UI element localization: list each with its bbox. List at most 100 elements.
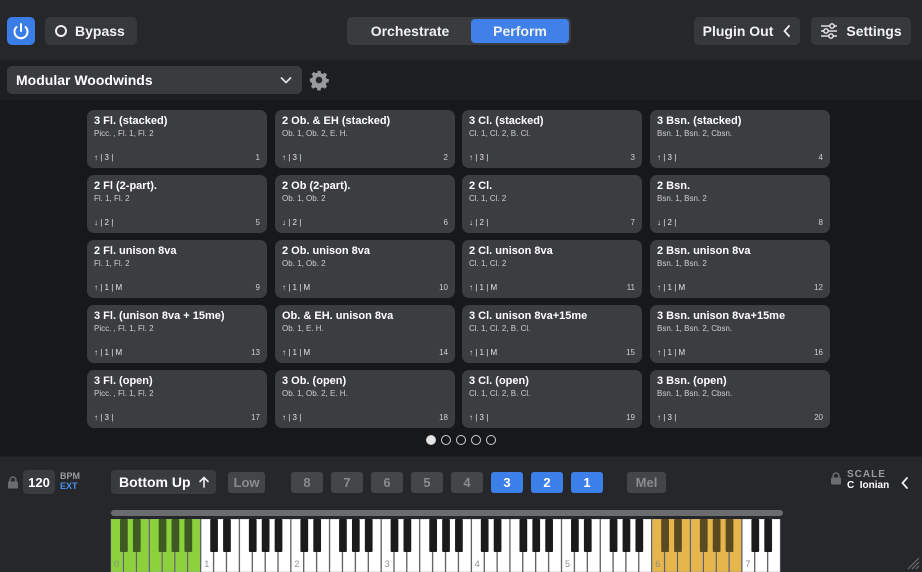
- gear-icon[interactable]: [308, 69, 330, 91]
- preset-card[interactable]: 2 Bsn. Bsn. 1, Bsn. 2 ↓ | 2 | 8: [650, 175, 830, 233]
- black-key[interactable]: [300, 519, 309, 552]
- chevron-left-icon[interactable]: [900, 477, 910, 489]
- plugin-out-button[interactable]: Plugin Out: [694, 17, 800, 45]
- preset-card[interactable]: 2 Ob. unison 8va Ob. 1, Ob. 2 ↑ | 1 | M 10: [275, 240, 455, 298]
- black-key[interactable]: [712, 519, 721, 552]
- black-key[interactable]: [583, 519, 592, 552]
- settings-button[interactable]: Settings: [811, 17, 911, 45]
- black-key[interactable]: [699, 519, 708, 552]
- black-key[interactable]: [635, 519, 644, 552]
- voice-button[interactable]: 1: [571, 472, 603, 493]
- black-key[interactable]: [223, 519, 231, 552]
- voice-order-button[interactable]: Bottom Up: [111, 470, 216, 494]
- preset-card[interactable]: 3 Bsn. (stacked) Bsn. 1, Bsn. 2, Cbsn. ↑ |…: [650, 110, 830, 168]
- piano-keyboard[interactable]: 0 1 2 3 4 5 6 7: [0, 519, 922, 572]
- black-key[interactable]: [184, 519, 193, 552]
- preset-card[interactable]: 2 Fl. unison 8va Fl. 1, Fl. 2 ↑ | 1 | M 9: [87, 240, 267, 298]
- power-icon: [13, 23, 29, 40]
- black-key[interactable]: [674, 519, 682, 552]
- pagination-dot[interactable]: [456, 435, 466, 445]
- black-key[interactable]: [120, 519, 128, 552]
- black-key[interactable]: [442, 519, 450, 552]
- preset-card[interactable]: 3 Ob. (open) Ob. 1, Ob. 2, E. H. ↑ | 3 | 18: [275, 370, 455, 428]
- black-key[interactable]: [158, 519, 167, 552]
- tab-orchestrate[interactable]: Orchestrate: [349, 19, 471, 43]
- black-key[interactable]: [571, 519, 579, 552]
- black-key[interactable]: [455, 519, 463, 552]
- preset-card[interactable]: 2 Bsn. unison 8va Bsn. 1, Bsn. 2 ↑ | 1 | M…: [650, 240, 830, 298]
- black-key[interactable]: [622, 519, 631, 552]
- black-key[interactable]: [519, 519, 528, 552]
- preset-card[interactable]: 3 Cl. (open) Cl. 1, Cl. 2, B. Cl. ↑ | 3 | 1…: [462, 370, 642, 428]
- card-title: 3 Bsn. unison 8va+15me: [657, 310, 786, 322]
- black-key[interactable]: [725, 519, 734, 552]
- lock-icon[interactable]: [7, 476, 19, 489]
- card-number: 19: [626, 413, 635, 422]
- black-key[interactable]: [545, 519, 553, 552]
- preset-card[interactable]: Ob. & EH. unison 8va Ob. 1, E. H. ↑ | 1 | …: [275, 305, 455, 363]
- low-button[interactable]: Low: [228, 472, 265, 493]
- card-title: 2 Fl (2-part).: [94, 180, 157, 192]
- card-footer: ↑ | 3 |: [94, 413, 114, 422]
- preset-dropdown[interactable]: Modular Woodwinds: [7, 66, 302, 94]
- voice-button[interactable]: 7: [331, 472, 363, 493]
- pagination-dot[interactable]: [471, 435, 481, 445]
- voice-button[interactable]: 5: [411, 472, 443, 493]
- preset-card[interactable]: 3 Fl. (open) Picc. , Fl. 1, Fl. 2 ↑ | 3 | 1…: [87, 370, 267, 428]
- preset-card[interactable]: 3 Bsn. (open) Bsn. 1, Bsn. 2, Cbsn. ↑ | 3 …: [650, 370, 830, 428]
- bpm-field[interactable]: 120: [23, 470, 55, 494]
- bpm-source-badge[interactable]: EXT: [60, 481, 80, 491]
- tab-perform[interactable]: Perform: [471, 19, 569, 43]
- black-key[interactable]: [493, 519, 502, 552]
- black-key[interactable]: [532, 519, 541, 552]
- bypass-button[interactable]: Bypass: [45, 17, 137, 45]
- voice-button[interactable]: 4: [451, 472, 483, 493]
- preset-card[interactable]: 2 Cl. unison 8va Cl. 1, Cl. 2 ↑ | 1 | M 11: [462, 240, 642, 298]
- pagination-dot[interactable]: [441, 435, 451, 445]
- chevron-left-icon: [783, 25, 791, 37]
- keyboard-scroll-bar[interactable]: [111, 510, 783, 516]
- melody-button[interactable]: Mel: [627, 472, 666, 493]
- bypass-label: Bypass: [75, 23, 125, 39]
- black-key[interactable]: [274, 519, 283, 552]
- preset-card[interactable]: 3 Cl. (stacked) Cl. 1, Cl. 2, B. Cl. ↑ | 3…: [462, 110, 642, 168]
- black-key[interactable]: [351, 519, 360, 552]
- black-key[interactable]: [429, 519, 438, 552]
- black-key[interactable]: [751, 519, 760, 552]
- power-button[interactable]: [7, 17, 35, 45]
- card-title: 2 Ob (2-part).: [282, 180, 351, 192]
- black-key[interactable]: [313, 519, 322, 552]
- scale-selector[interactable]: SCALE C Ionian: [847, 469, 889, 491]
- pagination-dot[interactable]: [426, 435, 436, 445]
- black-key[interactable]: [248, 519, 257, 552]
- voice-button[interactable]: 3: [491, 472, 523, 493]
- black-key[interactable]: [764, 519, 773, 552]
- pagination-dot[interactable]: [486, 435, 496, 445]
- preset-card[interactable]: 3 Fl. (stacked) Picc. , Fl. 1, Fl. 2 ↑ | 3…: [87, 110, 267, 168]
- preset-card[interactable]: 2 Cl. Cl. 1, Cl. 2 ↓ | 2 | 7: [462, 175, 642, 233]
- black-key[interactable]: [364, 519, 373, 552]
- black-key[interactable]: [609, 519, 618, 552]
- resize-grip-icon[interactable]: [904, 554, 920, 570]
- preset-card[interactable]: 2 Ob. & EH (stacked) Ob. 1, Ob. 2, E. H. ↑…: [275, 110, 455, 168]
- preset-card[interactable]: 2 Fl (2-part). Fl. 1, Fl. 2 ↓ | 2 | 5: [87, 175, 267, 233]
- card-title: 3 Cl. unison 8va+15me: [469, 310, 588, 322]
- scale-lock-icon[interactable]: [830, 472, 842, 485]
- black-key[interactable]: [339, 519, 347, 552]
- preset-card[interactable]: 3 Fl. (unison 8va + 15me) Picc. , Fl. 1, …: [87, 305, 267, 363]
- voice-button[interactable]: 2: [531, 472, 563, 493]
- black-key[interactable]: [171, 519, 180, 552]
- black-key[interactable]: [403, 519, 412, 552]
- black-key[interactable]: [480, 519, 489, 552]
- scale-value: C Ionian: [847, 480, 890, 491]
- black-key[interactable]: [210, 519, 218, 552]
- preset-card[interactable]: 2 Ob (2-part). Ob. 1, Ob. 2 ↓ | 2 | 6: [275, 175, 455, 233]
- preset-card[interactable]: 3 Bsn. unison 8va+15me Bsn. 1, Bsn. 2, Cb…: [650, 305, 830, 363]
- voice-button[interactable]: 8: [291, 472, 323, 493]
- black-key[interactable]: [132, 519, 141, 552]
- voice-button[interactable]: 6: [371, 472, 403, 493]
- black-key[interactable]: [390, 519, 399, 552]
- black-key[interactable]: [261, 519, 270, 552]
- black-key[interactable]: [661, 519, 669, 552]
- preset-card[interactable]: 3 Cl. unison 8va+15me Cl. 1, Cl. 2, B. Cl…: [462, 305, 642, 363]
